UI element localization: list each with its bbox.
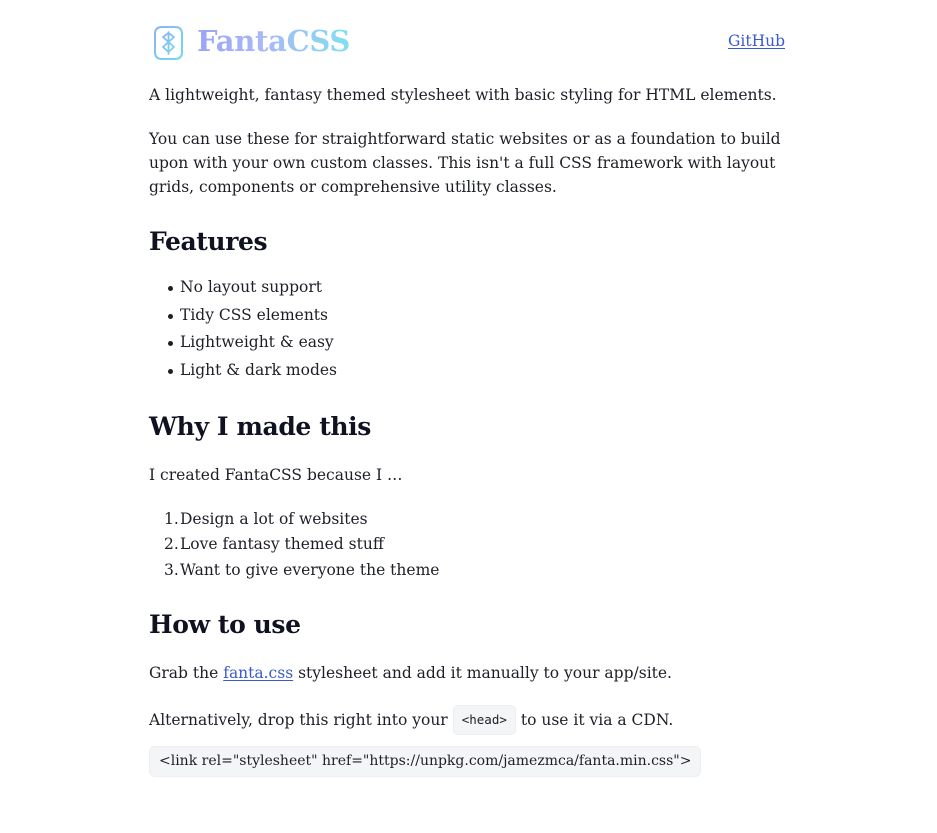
list-item: Light & dark modes [168, 357, 785, 385]
list-item: Tidy CSS elements [168, 302, 785, 330]
why-heading: Why I made this [149, 411, 371, 441]
why-lead-text: I created FantaCSS because I … [149, 465, 403, 484]
how-cdn-text-before: Alternatively, drop this right into your [149, 711, 448, 730]
list-number: 2. [164, 535, 179, 554]
list-item: 1. Design a lot of websites [164, 507, 785, 533]
site-header: FantaCSS GitHub [149, 0, 785, 88]
list-item: No layout support [168, 274, 785, 302]
list-number: 1. [164, 509, 179, 528]
logo-link[interactable]: FantaCSS [153, 24, 350, 61]
fanta-css-link[interactable]: fanta.css [223, 664, 293, 682]
logo-text: FantaCSS [197, 24, 350, 58]
list-item-text: Love fantasy themed stuff [180, 535, 384, 554]
description-text: You can use these for straightforward st… [149, 130, 781, 196]
list-item: 3. Want to give everyone the theme [164, 558, 785, 584]
features-list: No layout support Tidy CSS elements Ligh… [149, 274, 785, 385]
head-inline-code: <head> [452, 705, 516, 736]
list-item: Lightweight & easy [168, 329, 785, 357]
rune-shield-icon [154, 26, 183, 60]
how-text-before: Grab the [149, 664, 224, 683]
list-item-text: Design a lot of websites [180, 509, 368, 528]
how-cdn-text-after: to use it via a CDN. [520, 711, 674, 730]
reasons-list: 1. Design a lot of websites 2. Love fant… [149, 507, 785, 584]
how-heading: How to use [149, 610, 301, 640]
list-item: 2. Love fantasy themed stuff [164, 532, 785, 558]
list-number: 3. [164, 560, 179, 579]
content: FantaCSS GitHub A lightweight, fantasy t… [149, 0, 785, 778]
page: FantaCSS GitHub A lightweight, fantasy t… [0, 0, 937, 833]
list-item-text: Want to give everyone the theme [180, 560, 440, 579]
features-heading: Features [149, 227, 268, 256]
how-text-after: stylesheet and add it manually to your a… [293, 664, 672, 683]
cdn-code-block[interactable]: <link rel="stylesheet" href="https://unp… [149, 746, 702, 778]
how-paragraph-2: Alternatively, drop this right into your… [149, 705, 785, 736]
how-paragraph-1: Grab the fanta.css stylesheet and add it… [149, 661, 785, 685]
github-link[interactable]: GitHub [728, 32, 785, 50]
